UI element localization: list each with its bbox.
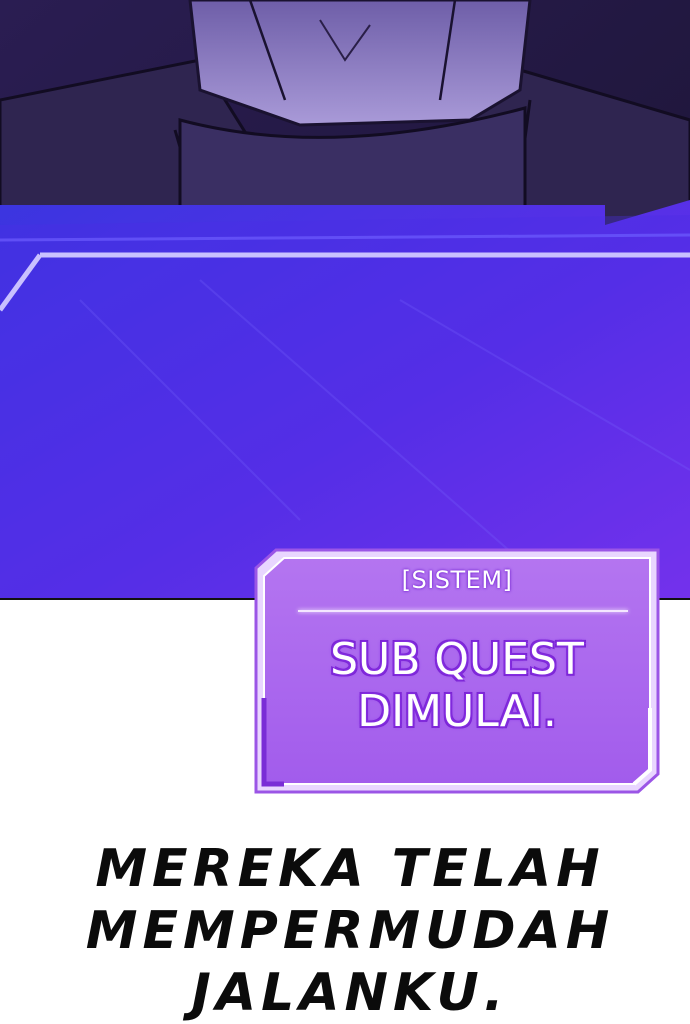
system-tag: [SISTEM] bbox=[401, 566, 513, 594]
system-divider bbox=[298, 610, 628, 612]
caption-line-2: MEMPERMUDAH bbox=[85, 901, 615, 961]
system-message-line-2: DIMULAI. bbox=[357, 686, 557, 737]
narration-caption: MEREKA TELAH MEMPERMUDAH JALANKU. bbox=[60, 838, 640, 1024]
character-illustration bbox=[0, 0, 690, 600]
caption-line-1: MEREKA TELAH bbox=[95, 839, 605, 899]
system-message-line-1: SUB QUEST bbox=[330, 634, 584, 685]
comic-art-panel bbox=[0, 0, 690, 600]
caption-line-3: JALANKU. bbox=[191, 963, 509, 1023]
system-notification-window: [SISTEM] SUB QUEST DIMULAI. bbox=[254, 548, 660, 794]
system-message: SUB QUEST DIMULAI. bbox=[254, 634, 660, 738]
